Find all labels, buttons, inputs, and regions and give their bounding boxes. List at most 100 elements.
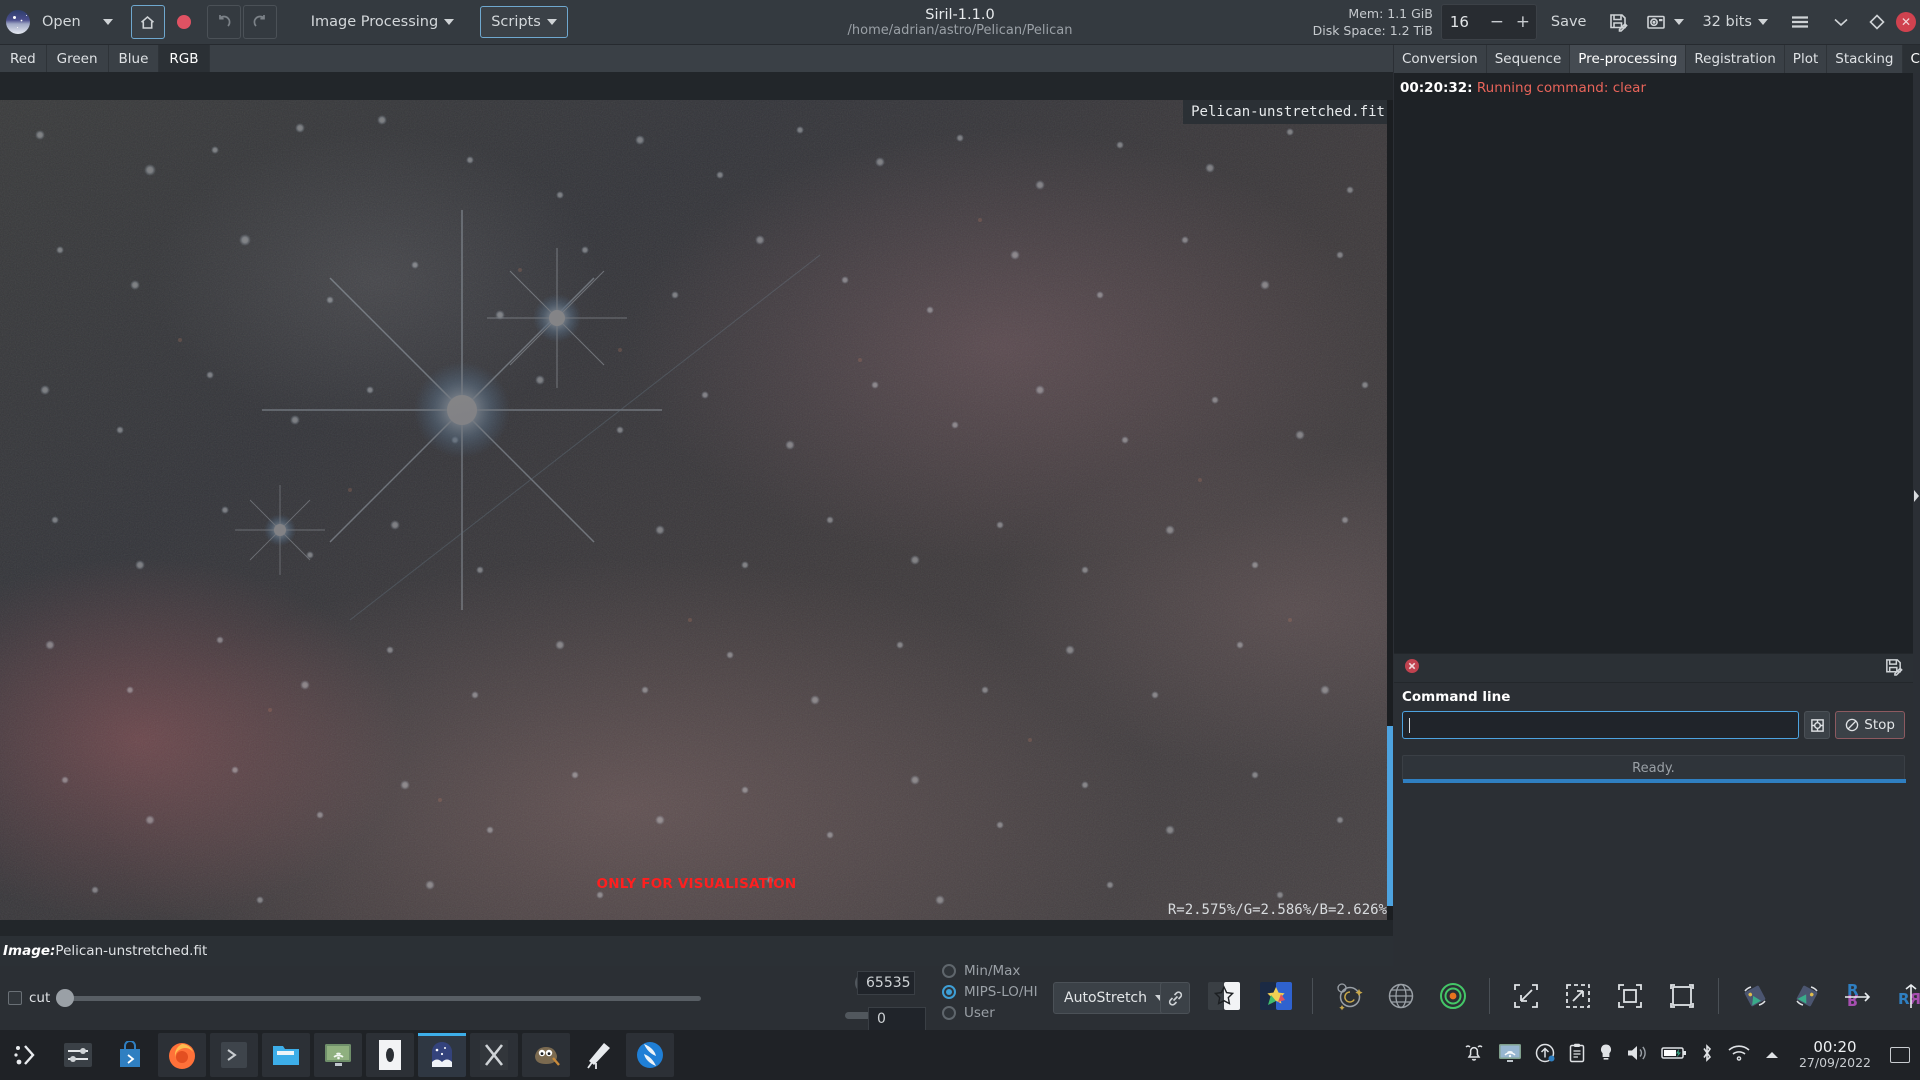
save-as-button[interactable] (1600, 6, 1636, 38)
tab-stacking[interactable]: Stacking (1827, 45, 1903, 73)
zoom-one-to-one-button[interactable] (1609, 975, 1651, 1017)
taskbar-terminal[interactable] (210, 1033, 258, 1077)
open-recent-dropdown[interactable] (93, 6, 123, 38)
stop-button[interactable]: Stop (1835, 711, 1905, 739)
window-close-button[interactable]: ✕ (1896, 12, 1916, 32)
display-range-slider[interactable] (56, 989, 701, 1007)
brightness-button[interactable] (1599, 1043, 1613, 1067)
wifi-button[interactable] (1727, 1044, 1751, 1066)
zoom-value[interactable]: 16 (1442, 13, 1484, 31)
taskbar-remote-desktop[interactable] (314, 1033, 362, 1077)
zoom-increase-button[interactable]: + (1510, 12, 1536, 32)
taskbar-telescope[interactable] (574, 1033, 622, 1077)
radio-mips-dot[interactable] (942, 985, 956, 999)
bluetooth-button[interactable] (1700, 1043, 1714, 1067)
console-log-area[interactable]: 00:20:32: Running command: clear (1394, 73, 1913, 653)
bit-depth-menu[interactable]: 32 bits (1694, 6, 1776, 38)
updates-button[interactable] (1535, 1043, 1555, 1067)
grid-globe-button[interactable] (1380, 975, 1422, 1017)
taskbar-gimp[interactable] (522, 1033, 570, 1077)
low-value-field[interactable]: 0 (868, 1007, 926, 1031)
clipboard-button[interactable] (1568, 1043, 1586, 1067)
radio-mips[interactable]: MIPS-LO/HI (942, 984, 1038, 1000)
kde-menu-button[interactable] (2, 1033, 50, 1077)
shortcuts-button[interactable] (1862, 6, 1892, 38)
show-desktop-button[interactable] (1890, 1047, 1910, 1063)
rotate-left-button[interactable] (1734, 975, 1776, 1017)
radio-minmax-dot[interactable] (942, 964, 956, 978)
expand-panel-arrow-button[interactable] (1913, 485, 1920, 507)
astrometry-button[interactable] (1328, 975, 1370, 1017)
rotate-right-button[interactable] (1786, 975, 1828, 1017)
image-vertical-scrollbar[interactable] (1387, 100, 1393, 920)
tab-sequence[interactable]: Sequence (1486, 45, 1571, 73)
taskbar-clock[interactable]: 00:20 27/09/2022 (1793, 1039, 1877, 1071)
home-button[interactable] (130, 5, 165, 39)
window-collapse-button[interactable] (1824, 6, 1858, 38)
clear-console-button[interactable] (1404, 658, 1420, 678)
zoom-fit-button[interactable] (1505, 975, 1547, 1017)
tab-blue[interactable]: Blue (108, 45, 160, 72)
main-menu-button[interactable] (1780, 6, 1820, 38)
image-status-filename: Pelican-unstretched.fit (55, 943, 208, 959)
scripts-menu[interactable]: Scripts (480, 6, 568, 38)
image-processing-menu[interactable]: Image Processing (301, 6, 464, 38)
record-button[interactable] (176, 15, 191, 29)
taskbar-galaxy-app[interactable] (366, 1033, 414, 1077)
redo-button[interactable] (242, 5, 277, 39)
flip-vertical-button[interactable]: R R (1838, 975, 1880, 1017)
command-input[interactable] (1402, 711, 1800, 739)
bw-star-button[interactable] (1203, 975, 1245, 1017)
taskbar-file-manager[interactable] (262, 1033, 310, 1077)
cut-checkbox-group[interactable]: cut (0, 990, 52, 1006)
image-viewport[interactable]: Pelican-unstretched.fit ONLY FOR VISUALI… (0, 72, 1393, 936)
image-canvas[interactable]: Pelican-unstretched.fit ONLY FOR VISUALI… (0, 100, 1393, 920)
radio-minmax[interactable]: Min/Max (942, 963, 1038, 979)
software-store-button[interactable] (106, 1033, 154, 1077)
save-button[interactable]: Save (1541, 6, 1597, 38)
cut-checkbox[interactable] (8, 991, 22, 1005)
display-sharing-button[interactable] (1498, 1043, 1522, 1067)
open-button[interactable]: Open (32, 6, 91, 38)
tab-preprocessing[interactable]: Pre-processing (1570, 45, 1687, 73)
stretch-mode-dropdown[interactable]: AutoStretch (1053, 982, 1177, 1014)
tab-console[interactable]: Console (1902, 45, 1920, 73)
channel-link-button[interactable] (1160, 982, 1190, 1014)
selection-frame-button[interactable] (1661, 975, 1703, 1017)
tab-conversion[interactable]: Conversion (1394, 45, 1487, 73)
tab-rgb[interactable]: RGB (159, 45, 210, 72)
settings-button[interactable] (54, 1033, 102, 1077)
zoom-stepper[interactable]: 16 − + (1440, 4, 1537, 40)
radio-user-dot[interactable] (942, 1006, 956, 1020)
taskbar-pixinsight[interactable] (470, 1033, 518, 1077)
snapshot-menu[interactable] (1640, 6, 1690, 38)
command-help-button[interactable] (1804, 711, 1831, 739)
notifications-button[interactable] (1463, 1043, 1485, 1067)
slider-knob[interactable] (56, 989, 74, 1007)
show-hidden-tray-button[interactable] (1764, 1046, 1780, 1065)
flip-horizontal-button[interactable]: R R (1890, 975, 1920, 1017)
settings-sliders-icon (64, 1043, 92, 1067)
scrollbar-thumb[interactable] (1387, 726, 1393, 906)
radio-user[interactable]: User (942, 1005, 1038, 1021)
target-reticle-button[interactable] (1432, 975, 1474, 1017)
high-value-field[interactable]: 65535 (857, 971, 915, 995)
volume-button[interactable] (1626, 1043, 1648, 1067)
zoom-expand-button[interactable] (1557, 975, 1599, 1017)
taskbar-siril[interactable] (418, 1033, 466, 1077)
svg-text:R: R (1898, 990, 1910, 1008)
tab-registration[interactable]: Registration (1686, 45, 1785, 73)
open-button-label: Open (42, 14, 81, 30)
taskbar-firefox[interactable] (158, 1033, 206, 1077)
export-log-button[interactable] (1884, 657, 1903, 680)
tab-red[interactable]: Red (0, 45, 47, 72)
tab-plot[interactable]: Plot (1784, 45, 1828, 73)
battery-button[interactable] (1661, 1045, 1687, 1065)
zoom-decrease-button[interactable]: − (1484, 12, 1510, 32)
color-star-button[interactable] (1255, 975, 1297, 1017)
taskbar-kstars[interactable] (626, 1033, 674, 1077)
svg-text:R: R (1847, 991, 1859, 1009)
tab-green[interactable]: Green (46, 45, 109, 72)
undo-button[interactable] (206, 5, 241, 39)
chevron-down-icon (1834, 18, 1848, 27)
